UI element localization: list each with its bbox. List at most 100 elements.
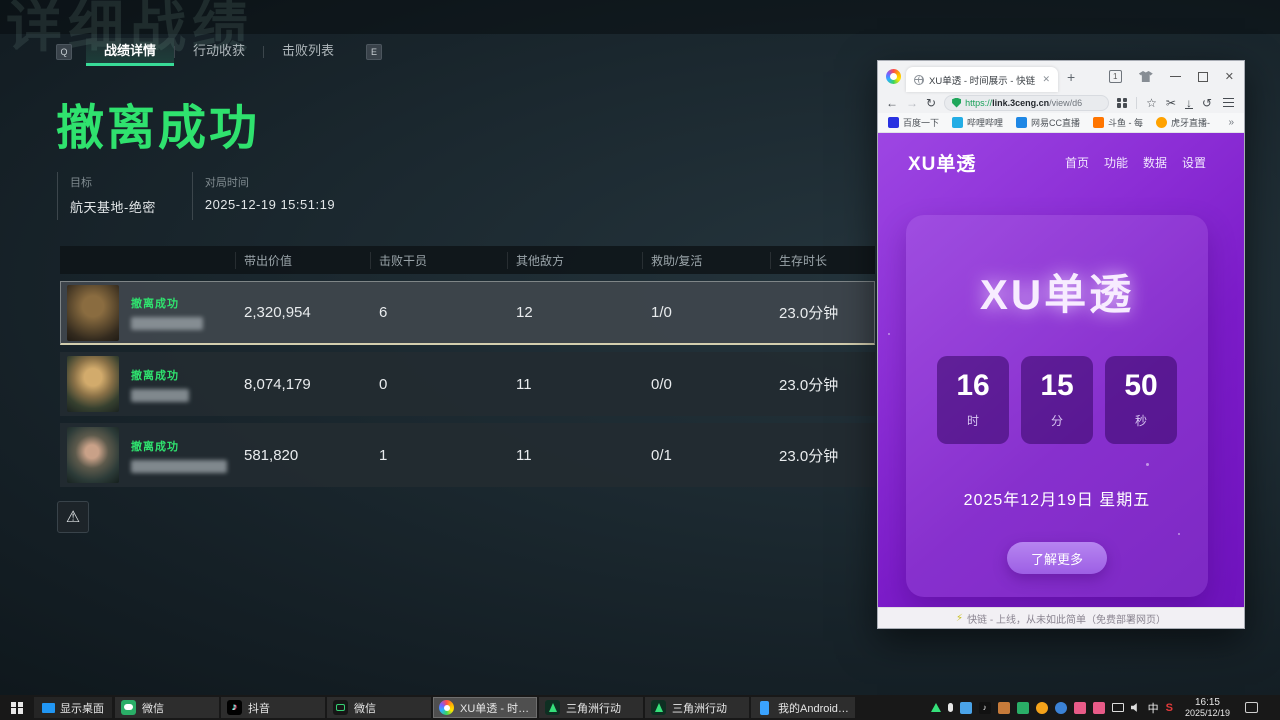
hero-title: XU单透 bbox=[906, 261, 1208, 322]
close-button[interactable]: ✕ bbox=[1225, 70, 1234, 83]
cell-rescue: 1/0 bbox=[643, 304, 771, 321]
seconds-box: 50 秒 bbox=[1105, 356, 1177, 444]
nav-data[interactable]: 数据 bbox=[1143, 154, 1167, 171]
particle-dot bbox=[888, 333, 890, 335]
forward-button[interactable]: → bbox=[906, 97, 918, 109]
bookmarks-overflow-chevron[interactable]: » bbox=[1228, 117, 1234, 128]
windows-logo-icon bbox=[11, 702, 23, 714]
cell-enemies: 12 bbox=[508, 304, 643, 321]
cell-rescue: 0/1 bbox=[643, 447, 771, 464]
player-meta: 撤离成功 bbox=[131, 438, 227, 473]
tray-blue-app-icon[interactable] bbox=[960, 702, 972, 714]
nav-features[interactable]: 功能 bbox=[1104, 154, 1128, 171]
tab-battle-details[interactable]: 战绩详情 bbox=[86, 38, 174, 66]
minimize-button[interactable] bbox=[1170, 76, 1181, 77]
player-name-blurred bbox=[131, 389, 189, 402]
browser-tab[interactable]: XU单透 - 时间展示 - 快链 ✕ bbox=[906, 67, 1058, 92]
player-meta: 撤离成功 bbox=[131, 295, 203, 330]
maximize-button[interactable] bbox=[1198, 72, 1208, 82]
player-avatar bbox=[67, 427, 119, 483]
taskbar-app-wechat[interactable]: 微信 bbox=[115, 697, 219, 718]
taskbar-app-wechat-files[interactable]: 微信 bbox=[327, 697, 431, 718]
status-badge: 撤离成功 bbox=[131, 367, 189, 383]
time-row: 16 时 15 分 50 秒 bbox=[906, 356, 1208, 444]
tray-microphone-icon[interactable] bbox=[948, 703, 953, 712]
table-row[interactable]: 撤离成功 2,320,954 6 12 1/0 23.0分钟 bbox=[60, 281, 875, 345]
match-goal: 目标 航天基地-绝密 bbox=[57, 172, 192, 220]
volume-icon[interactable] bbox=[1131, 703, 1141, 713]
taskbar-app-browser-active[interactable]: XU单透 - 时间展示... bbox=[433, 697, 537, 718]
header-rescue: 救助/复活 bbox=[642, 252, 770, 269]
tray-pink-app-icon-2[interactable] bbox=[1093, 702, 1105, 714]
bookmark-cc-live[interactable]: 网易CC直播 bbox=[1016, 116, 1080, 129]
site-nav: 首页 功能 数据 设置 bbox=[1065, 154, 1206, 171]
taskbar-app-android-phone[interactable]: 我的Android手机... bbox=[751, 697, 855, 718]
tab-close-icon[interactable]: ✕ bbox=[1042, 74, 1050, 85]
cell-kills: 0 bbox=[371, 376, 508, 393]
theme-skin-icon[interactable] bbox=[1139, 71, 1153, 82]
cell-rescue: 0/0 bbox=[643, 376, 771, 393]
nav-home[interactable]: 首页 bbox=[1065, 154, 1089, 171]
notification-center-icon[interactable] bbox=[1245, 702, 1258, 713]
taskbar-clock[interactable]: 16:15 2025/12/19 bbox=[1185, 697, 1230, 719]
back-button[interactable]: ← bbox=[886, 97, 898, 109]
key-hint-q: Q bbox=[56, 44, 72, 60]
table-row[interactable]: 撤离成功 8,074,179 0 11 0/0 23.0分钟 bbox=[60, 352, 875, 416]
cell-survival: 23.0分钟 bbox=[771, 445, 876, 466]
address-bar[interactable]: https://link.3ceng.cn/view/d6 bbox=[944, 95, 1109, 111]
taskbar-app-delta-force-2[interactable]: 三角洲行动 bbox=[645, 697, 749, 718]
toolbar-icons: ☆ ✂ ↓ ↺ bbox=[1117, 97, 1236, 109]
bookmark-baidu[interactable]: 百度一下 bbox=[888, 116, 939, 129]
ime-indicator[interactable]: 中 bbox=[1148, 700, 1159, 716]
report-warning-button[interactable]: ⚠ bbox=[57, 501, 89, 533]
bookmark-bilibili[interactable]: 哔哩哔哩 bbox=[952, 116, 1003, 129]
tray-huya-icon[interactable] bbox=[1036, 702, 1048, 714]
cell-value: 2,320,954 bbox=[236, 304, 371, 321]
menu-icon[interactable] bbox=[1223, 102, 1234, 104]
network-icon[interactable] bbox=[1112, 703, 1124, 712]
bilibili-icon bbox=[952, 117, 963, 128]
reload-button[interactable]: ↻ bbox=[926, 97, 936, 109]
tray-wechat-icon[interactable] bbox=[1017, 702, 1029, 714]
apps-grid-icon[interactable] bbox=[1117, 98, 1127, 108]
cc-live-icon bbox=[1016, 117, 1027, 128]
table-row[interactable]: 撤离成功 581,820 1 11 0/1 23.0分钟 bbox=[60, 423, 875, 487]
start-button[interactable] bbox=[0, 695, 34, 720]
delta-force-icon bbox=[545, 700, 560, 715]
taskbar-app-douyin[interactable]: ♪ 抖音 bbox=[221, 697, 325, 718]
minutes-unit: 分 bbox=[1021, 412, 1093, 429]
minutes-value: 15 bbox=[1021, 369, 1093, 403]
cell-value: 581,820 bbox=[236, 447, 371, 464]
bookmark-douyu[interactable]: 斗鱼 - 每 bbox=[1093, 116, 1143, 129]
history-undo-icon[interactable]: ↺ bbox=[1202, 97, 1212, 109]
header-value: 带出价值 bbox=[235, 252, 370, 269]
player-name-blurred bbox=[131, 317, 203, 330]
hours-unit: 时 bbox=[937, 412, 1009, 429]
tray-s-logo-icon[interactable]: S bbox=[1166, 702, 1173, 714]
show-desktop-button[interactable]: 显示桌面 bbox=[34, 697, 112, 718]
hosting-footer-text[interactable]: 快链 - 上线，从未如此简单（免费部署网页） bbox=[967, 611, 1166, 626]
tray-douyin-icon[interactable]: ♪ bbox=[979, 702, 991, 714]
bookmark-huya[interactable]: 虎牙直播- bbox=[1156, 116, 1210, 129]
browser-logo-icon bbox=[886, 69, 901, 84]
new-tab-button[interactable]: + bbox=[1067, 69, 1075, 85]
baidu-icon bbox=[888, 117, 899, 128]
tray-blue-circle-icon[interactable] bbox=[1055, 702, 1067, 714]
screenshot-scissors-icon[interactable]: ✂ bbox=[1166, 97, 1176, 109]
results-tabbar: Q 战绩详情 行动收获 击败列表 E bbox=[56, 38, 382, 66]
tray-orange-app-icon[interactable] bbox=[998, 702, 1010, 714]
nav-settings[interactable]: 设置 bbox=[1182, 154, 1206, 171]
clock-card: XU单透 16 时 15 分 50 秒 2025年12月19日 星期五 bbox=[906, 215, 1208, 597]
tab-defeat-list[interactable]: 击败列表 bbox=[264, 38, 352, 66]
player-name-blurred bbox=[131, 460, 227, 473]
download-icon[interactable]: ↓ bbox=[1185, 97, 1193, 109]
favorites-icon[interactable]: ☆ bbox=[1146, 97, 1157, 109]
tray-delta-force-icon[interactable] bbox=[931, 703, 941, 712]
learn-more-button[interactable]: 了解更多 bbox=[1007, 542, 1107, 574]
tab-action-loot[interactable]: 行动收获 bbox=[175, 38, 263, 66]
tab-count-icon[interactable]: 1 bbox=[1109, 70, 1122, 83]
cell-value: 8,074,179 bbox=[236, 376, 371, 393]
player-cell: 撤离成功 bbox=[61, 427, 236, 483]
taskbar-app-delta-force-1[interactable]: 三角洲行动 bbox=[539, 697, 643, 718]
tray-pink-app-icon-1[interactable] bbox=[1074, 702, 1086, 714]
